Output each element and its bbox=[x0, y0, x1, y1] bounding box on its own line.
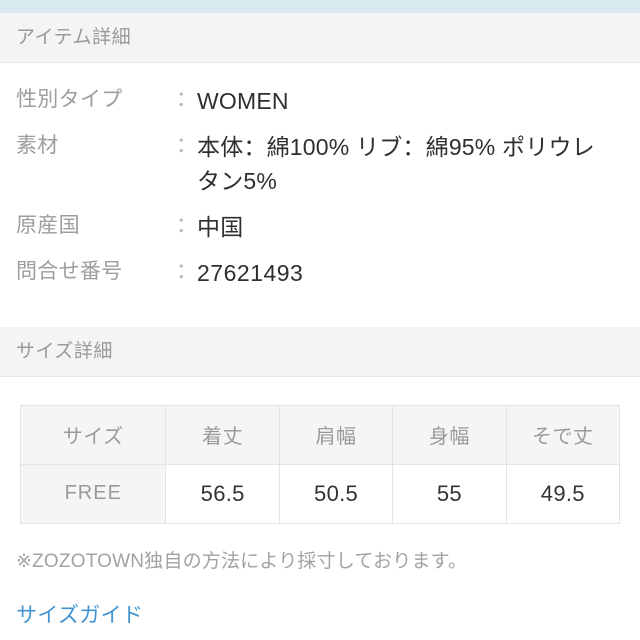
item-detail-section-header: アイテム詳細 bbox=[0, 13, 640, 63]
table-header-shoulder-width: 肩幅 bbox=[278, 404, 394, 465]
spec-row-gender-type: 性別タイプ ： WOMEN bbox=[16, 85, 624, 118]
spec-separator: ： bbox=[176, 134, 197, 158]
spec-separator: ： bbox=[176, 214, 197, 238]
size-guide-link[interactable]: サイズガイド bbox=[16, 604, 143, 627]
item-detail-section-title: アイテム詳細 bbox=[16, 27, 132, 48]
top-accent-strip bbox=[0, 0, 640, 13]
spec-separator: ： bbox=[176, 260, 197, 284]
spec-separator: ： bbox=[176, 88, 197, 111]
table-cell-sleeve-length: 49.5 bbox=[505, 463, 621, 524]
table-header-sleeve-length: そで丈 bbox=[505, 404, 621, 465]
size-detail-section-header: サイズ詳細 bbox=[0, 326, 640, 377]
item-detail-spec-list: 性別タイプ ： WOMEN 素材 ： 本体：綿100% リブ：綿95% ポリウレ… bbox=[0, 63, 640, 305]
table-header-body-width: 身幅 bbox=[392, 404, 507, 465]
spec-label-material: 素材 bbox=[16, 134, 59, 158]
spec-value-material: 本体：綿100% リブ：綿95% ポリウレタン5% bbox=[197, 134, 595, 194]
spec-row-material: 素材 ： 本体：綿100% リブ：綿95% ポリウレタン5% bbox=[16, 131, 624, 198]
table-row: FREE 56.5 50.5 55 49.5 bbox=[19, 463, 621, 524]
spec-row-country-of-origin: 原産国 ： 中国 bbox=[16, 211, 624, 244]
table-header-size: サイズ bbox=[19, 404, 167, 465]
size-table-wrapper: サイズ 着丈 肩幅 身幅 そで丈 FREE 56.5 50.5 55 49.5 bbox=[0, 377, 640, 524]
table-cell-body-width: 55 bbox=[392, 463, 507, 524]
spec-value-gender-type: WOMEN bbox=[197, 88, 289, 114]
size-measurement-table: サイズ 着丈 肩幅 身幅 そで丈 FREE 56.5 50.5 55 49.5 bbox=[19, 404, 621, 524]
table-cell-size: FREE bbox=[19, 463, 167, 524]
table-cell-shoulder-width: 50.5 bbox=[278, 463, 394, 524]
table-cell-length: 56.5 bbox=[165, 463, 280, 524]
spec-value-inquiry-number: 27621493 bbox=[197, 260, 304, 287]
size-detail-section-title: サイズ詳細 bbox=[16, 340, 113, 362]
spec-label-inquiry-number: 問合せ番号 bbox=[16, 260, 123, 284]
table-header-length: 着丈 bbox=[165, 404, 280, 465]
spec-label-country-of-origin: 原産国 bbox=[16, 214, 80, 238]
product-detail-page: アイテム詳細 性別タイプ ： WOMEN 素材 ： 本体：綿100% リブ：綿9… bbox=[0, 0, 640, 640]
spec-value-country-of-origin: 中国 bbox=[197, 214, 244, 241]
spec-label-gender-type: 性別タイプ bbox=[16, 88, 123, 111]
measurement-note: ※ZOZOTOWN独自の方法により採寸しております。 bbox=[16, 550, 468, 572]
spec-row-inquiry-number: 問合せ番号 ： 27621493 bbox=[16, 257, 624, 290]
size-guide-link-wrapper: サイズガイド bbox=[0, 573, 640, 629]
table-header-row: サイズ 着丈 肩幅 身幅 そで丈 bbox=[19, 404, 621, 465]
